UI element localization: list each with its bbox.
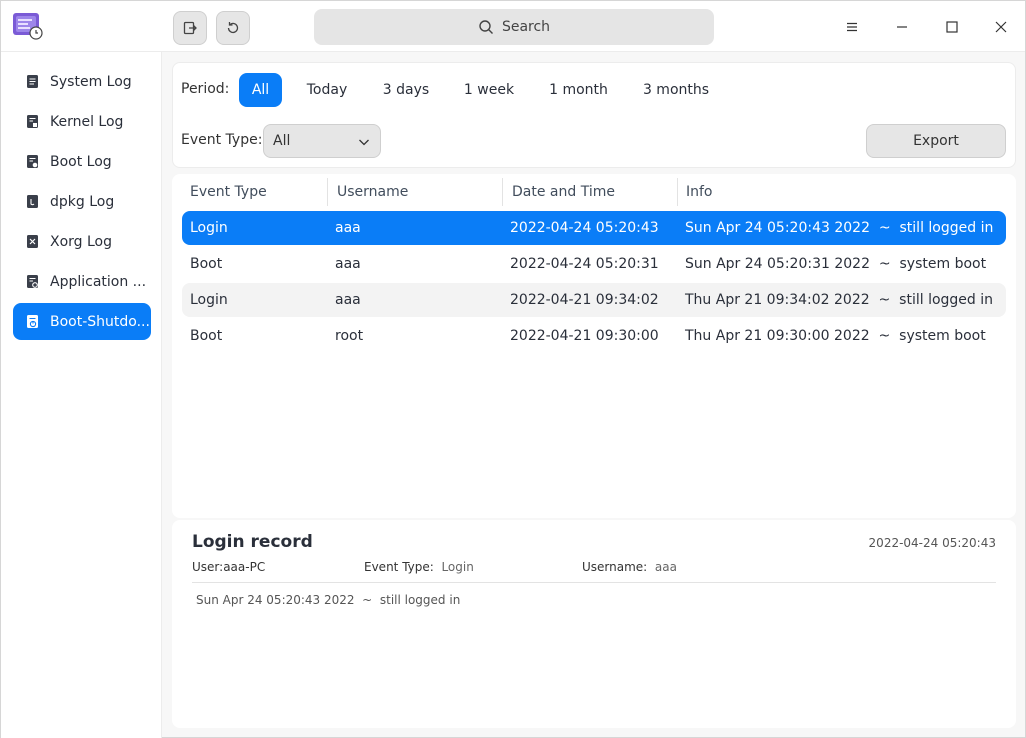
log-table: Event Type Username Date and Time Info L… <box>172 174 1016 518</box>
close-button[interactable] <box>987 13 1015 41</box>
cell-date-time: 2022-04-24 05:20:43 <box>510 220 659 236</box>
cell-info: Sun Apr 24 05:20:31 2022 ~ system boot <box>685 256 987 272</box>
sidebar-item-label: Xorg Log <box>50 233 113 250</box>
sidebar-item-application-log[interactable]: Application ... <box>13 263 151 300</box>
cell-info: Sun Apr 24 05:20:43 2022 ~ still logged … <box>685 220 994 236</box>
system-log-icon <box>27 75 38 88</box>
event-type-label: Event Type: <box>181 132 263 148</box>
cell-info: Thu Apr 21 09:30:00 2022 ~ system boot <box>685 328 986 344</box>
column-header-date-time[interactable]: Date and Time <box>512 174 615 210</box>
minimize-icon <box>897 26 907 28</box>
detail-time: 2022-04-24 05:20:43 <box>868 536 996 550</box>
cell-date-time: 2022-04-21 09:30:00 <box>510 328 659 344</box>
titlebar: Search <box>1 1 1025 52</box>
period-3-months-button[interactable]: 3 months <box>635 73 717 107</box>
maximize-icon <box>946 21 958 33</box>
period-all-button[interactable]: All <box>239 73 282 107</box>
detail-username-value: aaa <box>654 560 677 574</box>
log-viewer-window: Search System Log Kernel Log Boot Log dp… <box>0 0 1026 738</box>
chevron-down-icon <box>359 139 369 146</box>
detail-event-type-value: Login <box>441 560 474 574</box>
table-row[interactable]: Login aaa 2022-04-24 05:20:43 Sun Apr 24… <box>182 211 1006 245</box>
sidebar-item-label: System Log <box>50 73 132 90</box>
sidebar-item-system-log[interactable]: System Log <box>13 63 151 100</box>
search-placeholder: Search <box>501 19 551 35</box>
detail-event-type-label: Event Type: <box>364 560 434 574</box>
menu-icon <box>847 22 857 32</box>
export-log-button[interactable] <box>173 11 207 45</box>
sidebar: System Log Kernel Log Boot Log dpkg Log … <box>1 52 162 738</box>
cell-username: root <box>335 328 364 344</box>
menu-button[interactable] <box>838 13 866 41</box>
period-1-week-button[interactable]: 1 week <box>456 73 522 107</box>
cell-event-type: Boot <box>190 256 223 272</box>
detail-panel: Login record 2022-04-24 05:20:43 User:aa… <box>172 520 1016 728</box>
cell-username: aaa <box>335 292 361 308</box>
detail-divider <box>192 582 996 583</box>
sidebar-item-label: Boot Log <box>50 153 112 170</box>
column-divider <box>677 178 678 206</box>
sidebar-item-boot-log[interactable]: Boot Log <box>13 143 151 180</box>
event-type-value: All <box>273 133 291 149</box>
xorg-log-icon <box>27 235 38 248</box>
cell-event-type: Boot <box>190 328 223 344</box>
column-divider <box>502 178 503 206</box>
detail-event-type: Event Type: Login <box>364 560 474 574</box>
detail-username-label: Username: <box>582 560 648 574</box>
sidebar-item-dpkg-log[interactable]: dpkg Log <box>13 183 151 220</box>
period-label: Period: <box>181 81 230 97</box>
detail-username: Username: aaa <box>582 560 677 574</box>
kernel-log-icon <box>27 115 38 128</box>
detail-title: Login record <box>192 532 313 552</box>
detail-user-value: aaa-PC <box>223 560 266 574</box>
period-today-button[interactable]: Today <box>297 73 357 107</box>
cell-event-type: Login <box>190 220 228 236</box>
sidebar-item-boot-shutdown-log[interactable]: Boot-Shutdo... <box>13 303 151 340</box>
search-icon <box>479 20 493 34</box>
sidebar-item-label: Boot-Shutdo... <box>50 313 150 330</box>
boot-shutdown-log-icon <box>27 315 38 328</box>
app-icon <box>12 12 44 40</box>
period-1-month-button[interactable]: 1 month <box>541 73 616 107</box>
refresh-icon <box>227 22 239 34</box>
table-row[interactable]: Login aaa 2022-04-21 09:34:02 Thu Apr 21… <box>182 283 1006 317</box>
cell-username: aaa <box>335 256 361 272</box>
period-3-days-button[interactable]: 3 days <box>376 73 436 107</box>
cell-date-time: 2022-04-21 09:34:02 <box>510 292 659 308</box>
column-header-event-type[interactable]: Event Type <box>190 174 267 210</box>
detail-user: User:aaa-PC <box>192 560 265 574</box>
column-header-username[interactable]: Username <box>337 174 408 210</box>
cell-username: aaa <box>335 220 361 236</box>
cell-date-time: 2022-04-24 05:20:31 <box>510 256 659 272</box>
refresh-button[interactable] <box>216 11 250 45</box>
filter-panel: Period: All Today 3 days 1 week 1 month … <box>172 62 1016 168</box>
maximize-button[interactable] <box>938 13 966 41</box>
application-log-icon <box>27 275 38 288</box>
search-box[interactable]: Search <box>314 9 714 45</box>
detail-info: Sun Apr 24 05:20:43 2022 ~ still logged … <box>196 593 461 607</box>
column-header-info[interactable]: Info <box>686 174 713 210</box>
boot-log-icon <box>27 155 38 168</box>
event-type-select[interactable]: All <box>263 124 381 158</box>
sidebar-item-label: Kernel Log <box>50 113 124 130</box>
sidebar-item-kernel-log[interactable]: Kernel Log <box>13 103 151 140</box>
export-button[interactable]: Export <box>866 124 1006 158</box>
table-row[interactable]: Boot aaa 2022-04-24 05:20:31 Sun Apr 24 … <box>182 247 1006 281</box>
dpkg-log-icon <box>27 195 38 208</box>
detail-user-label: User: <box>192 560 224 574</box>
close-icon <box>995 21 1007 33</box>
sidebar-item-label: dpkg Log <box>50 193 115 210</box>
column-divider <box>327 178 328 206</box>
table-row[interactable]: Boot root 2022-04-21 09:30:00 Thu Apr 21… <box>182 319 1006 353</box>
cell-event-type: Login <box>190 292 228 308</box>
cell-info: Thu Apr 21 09:34:02 2022 ~ still logged … <box>685 292 994 308</box>
minimize-button[interactable] <box>888 13 916 41</box>
sidebar-item-label: Application ... <box>50 273 147 290</box>
sidebar-item-xorg-log[interactable]: Xorg Log <box>13 223 151 260</box>
logout-icon <box>183 21 197 35</box>
